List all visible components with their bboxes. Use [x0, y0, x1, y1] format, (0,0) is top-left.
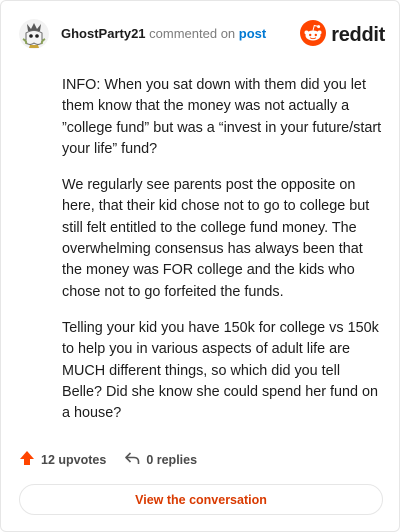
comment-stats: 12 upvotes 0 replies [19, 450, 197, 469]
comment-paragraph: INFO: When you sat down with them did yo… [62, 77, 382, 157]
comment-card: GhostParty21 commented on post reddit IN… [0, 0, 400, 532]
comment-body: INFO: When you sat down with them did yo… [62, 75, 382, 439]
comment-header: GhostParty21 commented on post reddit [19, 19, 385, 49]
upvote-arrow-icon [19, 450, 41, 469]
comment-paragraph: We regularly see parents post the opposi… [62, 177, 370, 300]
reply-count: 0 replies [146, 452, 198, 467]
username[interactable]: GhostParty21 [61, 26, 146, 41]
upvote-count: 12 upvotes [41, 452, 107, 467]
comment-paragraph: Telling your kid you have 150k for colle… [62, 319, 379, 422]
reddit-logo-icon [300, 20, 327, 51]
reddit-brand[interactable]: reddit [300, 20, 385, 51]
upvote-stat[interactable]: 12 upvotes [19, 450, 106, 469]
avatar[interactable] [19, 19, 49, 49]
reply-icon [124, 450, 146, 469]
action-text: commented on [149, 26, 236, 41]
reply-stat[interactable]: 0 replies [124, 450, 197, 469]
reddit-wordmark: reddit [331, 24, 385, 46]
view-conversation-button[interactable]: View the conversation [19, 484, 383, 515]
comment-meta: GhostParty21 commented on post [61, 19, 266, 49]
post-link[interactable]: post [239, 26, 266, 41]
